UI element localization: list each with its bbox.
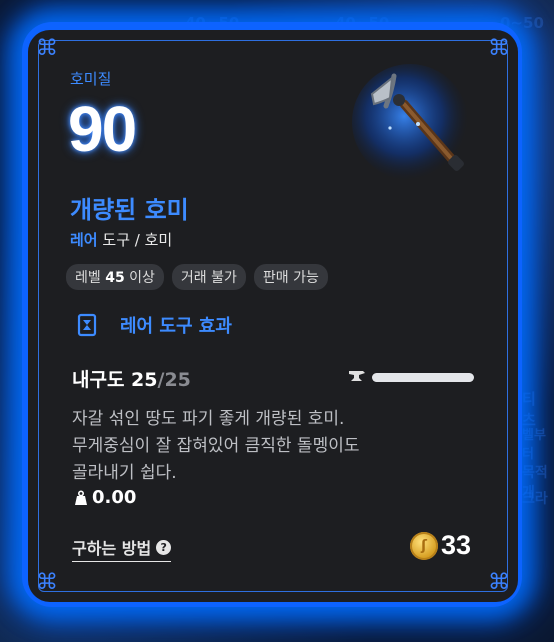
corner-ornament-icon: ⌘ — [488, 36, 510, 61]
item-type-line: 레어 도구 / 호미 — [70, 229, 172, 250]
item-name: 개량된 호미 — [70, 196, 189, 224]
effect-icon — [77, 313, 97, 337]
durability-bar — [372, 373, 474, 382]
corner-ornament-icon: ⌘ — [36, 36, 58, 61]
durability-text: 내구도 25/25 — [72, 369, 191, 391]
bg-fragment: 크라 — [522, 491, 548, 507]
how-to-obtain-link[interactable]: 구하는 방법 ? — [72, 535, 172, 562]
sell-price: ʃ 33 — [410, 530, 471, 561]
item-level: 90 — [68, 93, 137, 165]
tag-sellable: 판매 가능 — [253, 264, 328, 290]
help-icon: ? — [156, 539, 172, 555]
item-category: 호미질 — [70, 70, 112, 88]
effect-label: 레어 도구 효과 — [120, 316, 232, 337]
weight-icon — [75, 489, 87, 505]
coin-icon: ʃ — [410, 531, 438, 560]
tag-level-requirement: 레벨 45 이상 — [66, 264, 164, 290]
corner-ornament-icon: ⌘ — [488, 570, 510, 595]
anvil-icon — [349, 371, 365, 381]
item-description: 자갈 섞인 땅도 파기 좋게 개량된 호미. 무게중심이 잘 잡혀있어 큼직한 … — [72, 409, 360, 483]
item-weight: 0.00 — [74, 487, 136, 508]
item-rarity: 레어 — [70, 231, 98, 249]
hoe-icon — [352, 64, 468, 180]
bg-fragment: 벨부터 — [522, 428, 546, 462]
tag-untradable: 거래 불가 — [171, 264, 246, 290]
rare-tool-effect[interactable]: 레어 도구 효과 — [76, 312, 232, 338]
item-tags: 레벨 45 이상 거래 불가 판매 가능 — [66, 264, 328, 290]
item-type-path: 도구 / 호미 — [102, 231, 173, 249]
corner-ornament-icon: ⌘ — [36, 570, 58, 595]
